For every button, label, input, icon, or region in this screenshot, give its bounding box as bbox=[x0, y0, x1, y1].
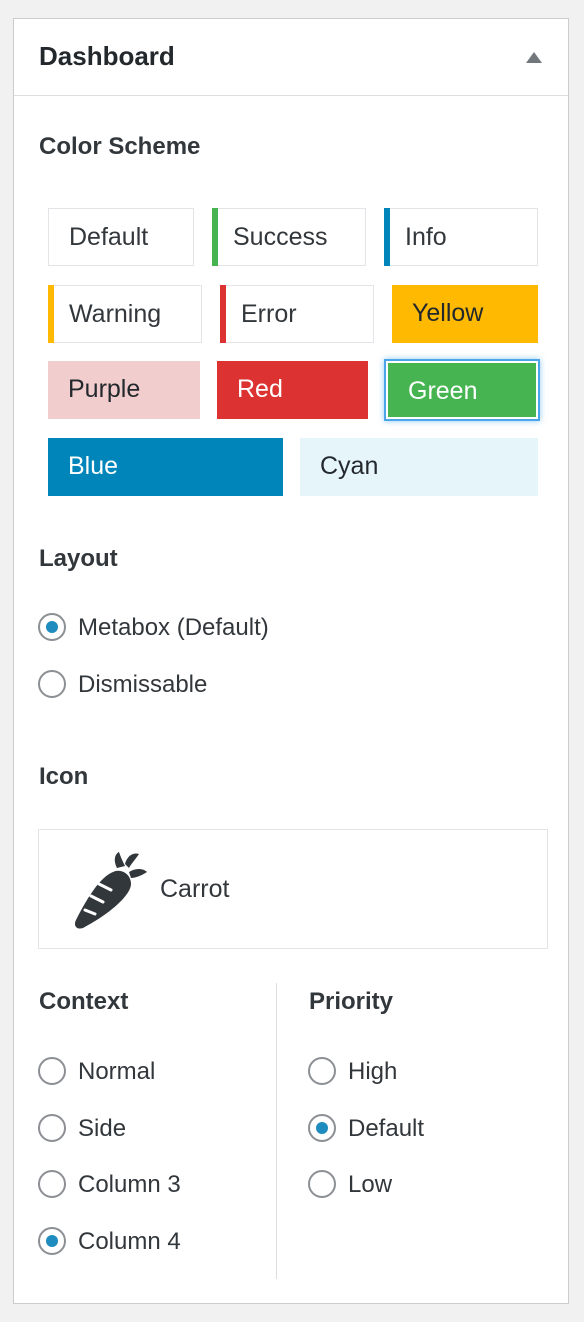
swatch-label: Cyan bbox=[320, 452, 379, 480]
radio-unchecked-icon[interactable] bbox=[308, 1057, 336, 1085]
swatch-accent-stripe bbox=[212, 208, 218, 266]
icon-selector[interactable]: Carrot bbox=[38, 829, 548, 949]
swatch-label: Error bbox=[241, 300, 297, 328]
swatch-label: Info bbox=[405, 223, 447, 251]
swatch-default[interactable]: Default bbox=[48, 208, 194, 266]
radio-label: Column 3 bbox=[78, 1171, 181, 1198]
swatch-accent-stripe bbox=[48, 285, 54, 343]
swatch-label: Green bbox=[408, 377, 478, 405]
radio-unchecked-icon[interactable] bbox=[308, 1170, 336, 1198]
radio-checked-icon[interactable] bbox=[38, 613, 66, 641]
priority-title: Priority bbox=[309, 988, 394, 1015]
radio-label: Dismissable bbox=[78, 671, 208, 698]
swatch-label: Warning bbox=[69, 300, 162, 328]
swatch-label: Success bbox=[233, 223, 328, 251]
swatch-green-selected[interactable]: Green bbox=[386, 361, 538, 419]
carrot-icon bbox=[74, 852, 147, 929]
radio-label: Metabox (Default) bbox=[78, 614, 269, 641]
radio-label: Normal bbox=[78, 1058, 156, 1085]
context-title: Context bbox=[39, 988, 129, 1015]
collapse-arrow-icon[interactable] bbox=[526, 52, 542, 63]
icon-title: Icon bbox=[39, 763, 89, 790]
panel-title: Dashboard bbox=[39, 41, 175, 71]
layout-title: Layout bbox=[39, 545, 118, 572]
radio-checked-icon[interactable] bbox=[38, 1227, 66, 1255]
column-divider bbox=[276, 983, 277, 1279]
icon-selected-label: Carrot bbox=[160, 875, 230, 903]
swatch-blue[interactable]: Blue bbox=[48, 438, 283, 496]
radio-unchecked-icon[interactable] bbox=[38, 1170, 66, 1198]
color-scheme-title: Color Scheme bbox=[39, 133, 201, 160]
radio-label: High bbox=[348, 1058, 398, 1085]
swatch-yellow[interactable]: Yellow bbox=[392, 285, 538, 343]
dashboard-panel: Dashboard Color Scheme Default Success I… bbox=[13, 18, 569, 1304]
radio-label: Side bbox=[78, 1115, 127, 1142]
swatch-label: Yellow bbox=[412, 299, 484, 327]
radio-unchecked-icon[interactable] bbox=[38, 1114, 66, 1142]
radio-unchecked-icon[interactable] bbox=[38, 670, 66, 698]
swatch-warning[interactable]: Warning bbox=[48, 285, 202, 343]
swatch-label: Purple bbox=[68, 375, 141, 403]
swatch-label: Default bbox=[69, 223, 149, 251]
radio-checked-icon[interactable] bbox=[308, 1114, 336, 1142]
swatch-cyan[interactable]: Cyan bbox=[300, 438, 538, 496]
radio-unchecked-icon[interactable] bbox=[38, 1057, 66, 1085]
panel-header[interactable]: Dashboard bbox=[14, 19, 568, 96]
swatch-error[interactable]: Error bbox=[220, 285, 374, 343]
swatch-success[interactable]: Success bbox=[212, 208, 366, 266]
swatch-purple[interactable]: Purple bbox=[48, 361, 200, 419]
swatch-accent-stripe bbox=[384, 208, 390, 266]
radio-label: Default bbox=[348, 1115, 425, 1142]
swatch-accent-stripe bbox=[220, 285, 226, 343]
radio-label: Low bbox=[348, 1171, 393, 1198]
radio-label: Column 4 bbox=[78, 1228, 181, 1255]
swatch-info[interactable]: Info bbox=[384, 208, 538, 266]
swatch-red[interactable]: Red bbox=[217, 361, 368, 419]
swatch-label: Red bbox=[237, 375, 283, 403]
swatch-label: Blue bbox=[68, 452, 119, 480]
